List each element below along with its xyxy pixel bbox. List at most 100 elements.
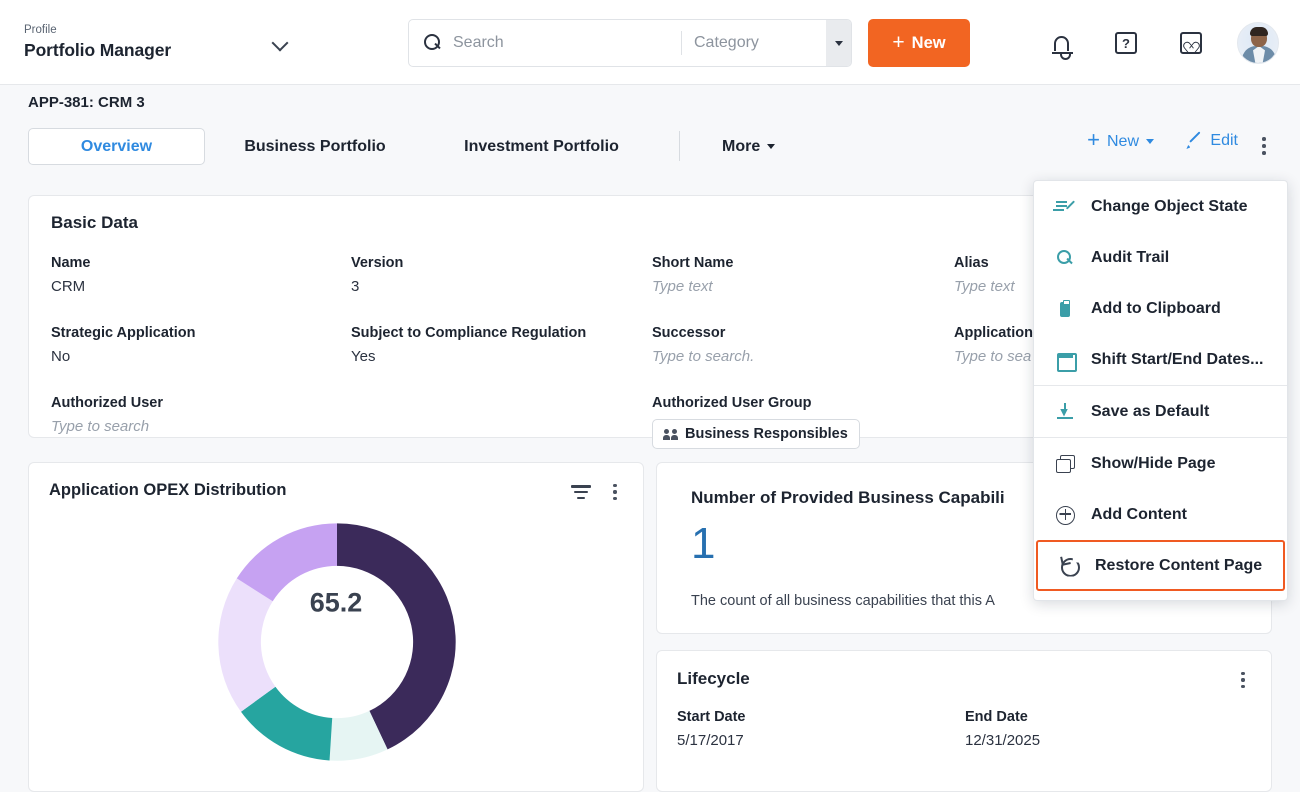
menu-item-save-as-default[interactable]: Save as Default [1034,386,1287,437]
field-value-placeholder[interactable]: Type text [652,276,733,298]
field-value-placeholder[interactable]: Type text [954,276,1015,298]
tab-more-label: More [722,138,760,156]
edit-button-label: Edit [1210,132,1238,150]
lifecycle-card-options-button[interactable] [1233,669,1253,691]
tab-bar: Overview Business Portfolio Investment P… [0,128,1300,182]
menu-item-label: Show/Hide Page [1091,455,1215,473]
menu-item-label: Restore Content Page [1095,557,1262,575]
menu-item-label: Save as Default [1091,403,1209,421]
tab-business-portfolio-label: Business Portfolio [244,138,385,156]
tab-investment-portfolio-label: Investment Portfolio [464,138,619,156]
chevron-down-icon[interactable] [272,37,288,47]
plus-circle-icon [1056,506,1074,524]
field-value[interactable]: 3 [351,276,403,298]
bell-icon [1054,36,1069,51]
plus-icon: + [892,32,904,53]
opex-donut-chart[interactable] [29,513,645,783]
tab-more[interactable]: More [722,128,775,165]
help-button[interactable]: ? [1111,28,1141,58]
favorites-button[interactable] [1176,28,1206,58]
donut-segment[interactable] [337,523,456,749]
filter-icon[interactable] [571,485,591,501]
menu-item-label: Add Content [1091,506,1187,524]
field-value-placeholder[interactable]: Type to search. [652,346,754,368]
menu-item-audit-trail[interactable]: Audit Trail [1034,232,1287,283]
restore-icon [1060,557,1078,575]
menu-item-shift-start-end-dates[interactable]: Shift Start/End Dates... [1034,334,1287,385]
category-input[interactable] [694,34,826,52]
field-label: Authorized User Group [652,393,860,413]
opex-distribution-card: Application OPEX Distribution 65.2 [28,462,644,792]
field-label: Version [351,253,403,273]
donut-svg [208,513,466,771]
field-end-date: End Date 12/31/2025 [965,707,1040,752]
kebab-dot [1262,151,1266,155]
field-value[interactable]: CRM [51,276,91,298]
tab-overview[interactable]: Overview [28,128,205,165]
chevron-down-icon [835,41,843,46]
menu-item-label: Change Object State [1091,198,1247,216]
basic-data-title: Basic Data [51,213,138,233]
audit-search-icon [1056,249,1074,267]
kebab-dot [613,484,616,487]
download-icon [1056,403,1074,421]
kebab-dot [1241,678,1244,681]
menu-item-change-object-state[interactable]: Change Object State [1034,181,1287,232]
field-label: Short Name [652,253,733,273]
kebab-dot [1241,685,1244,688]
menu-item-add-to-clipboard[interactable]: Add to Clipboard [1034,283,1287,334]
field-name: Name CRM [51,253,91,298]
field-authorized-user: Authorized User Type to search [51,393,163,438]
opex-card-options-button[interactable] [605,481,625,503]
donut-segment[interactable] [218,578,275,711]
field-label: Strategic Application [51,323,195,343]
field-successor: Successor Type to search. [652,323,754,368]
menu-item-label: Audit Trail [1091,249,1169,267]
chevron-down-icon [767,144,775,149]
category-dropdown-button[interactable] [826,20,851,66]
lifecycle-card-title: Lifecycle [677,669,750,689]
search-input[interactable] [453,34,681,52]
menu-item-label: Add to Clipboard [1091,300,1221,318]
profile-selector[interactable]: Profile Portfolio Manager [24,23,294,62]
pencil-icon [1186,133,1202,149]
help-icon: ? [1115,32,1137,54]
menu-item-show-hide-page[interactable]: Show/Hide Page [1034,438,1287,489]
new-action-label: New [1107,133,1139,151]
avatar[interactable] [1237,22,1279,64]
menu-item-add-content[interactable]: Add Content [1034,489,1287,540]
field-label: End Date [965,707,1040,727]
tab-business-portfolio[interactable]: Business Portfolio [225,128,405,165]
new-action-button[interactable]: + New [1087,132,1154,151]
field-label: Alias [954,253,1015,273]
pages-icon [1056,455,1074,473]
field-start-date: Start Date 5/17/2017 [677,707,746,752]
calendar-icon [1056,351,1074,369]
bcap-card-title: Number of Provided Business Capabili [691,488,1005,508]
edit-button[interactable]: Edit [1186,132,1238,150]
kebab-dot [613,497,616,500]
tab-investment-portfolio[interactable]: Investment Portfolio [442,128,641,165]
field-value-placeholder[interactable]: Type to search [51,416,163,438]
field-value[interactable]: 12/31/2025 [965,730,1040,752]
kebab-dot [613,490,616,493]
lifecycle-card: Lifecycle Start Date 5/17/2017 End Date … [656,650,1272,792]
field-value[interactable]: 5/17/2017 [677,730,746,752]
page-context-menu: Change Object State Audit Trail Add to C… [1033,180,1288,601]
field-label: Name [51,253,91,273]
notifications-button[interactable] [1046,28,1076,58]
new-button[interactable]: + New [868,19,970,67]
menu-item-restore-content-page[interactable]: Restore Content Page [1036,540,1285,591]
people-icon [664,429,678,440]
global-search-bar[interactable] [408,19,852,67]
authorized-user-group-chip[interactable]: Business Responsibles [652,419,860,449]
search-divider [681,31,682,55]
field-alias: Alias Type text [954,253,1015,298]
page-options-button[interactable] [1252,132,1276,160]
breadcrumb: APP-381: CRM 3 [28,94,145,111]
field-version: Version 3 [351,253,403,298]
kebab-dot [1262,137,1266,141]
donut-center-value: 65.2 [310,588,363,619]
field-value[interactable]: Yes [351,346,586,368]
field-value[interactable]: No [51,346,195,368]
